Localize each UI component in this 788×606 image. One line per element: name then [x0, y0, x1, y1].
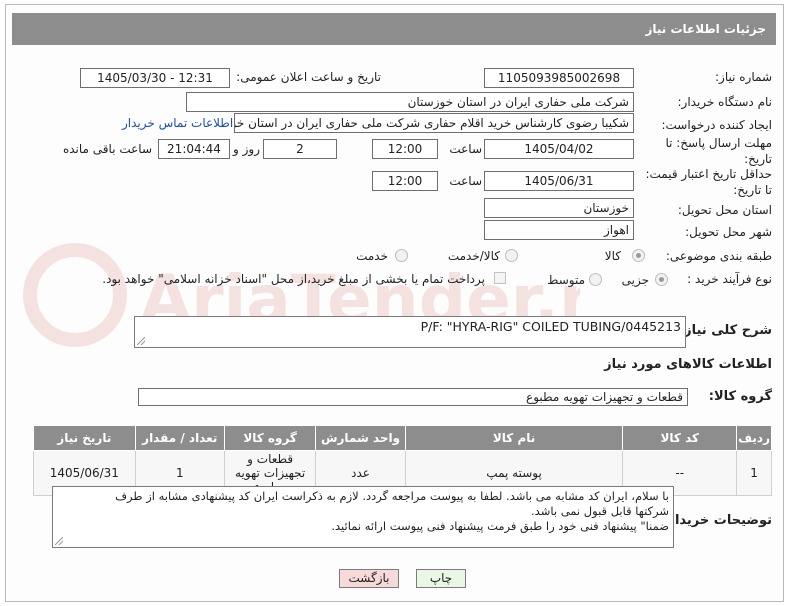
- goods-table-header: ردیف کد کالا نام کالا واحد شمارش گروه کا…: [33, 425, 772, 451]
- requester-field: شکیبا رضوی کارشناس خرید اقلام حفاری شرکت…: [234, 113, 634, 133]
- category-service-radio[interactable]: [395, 249, 408, 262]
- process-minor-label: جزیی: [621, 273, 649, 287]
- general-desc-textarea: P/F: "HYRA-RIG" COILED TUBING/0445213: [134, 316, 686, 348]
- category-goods-label: کالا: [604, 249, 621, 263]
- price-validity-time-label: ساعت: [449, 174, 482, 188]
- announce-datetime-field: 1405/03/30 - 12:31: [80, 68, 230, 88]
- requester-label: ایجاد کننده درخواست:: [661, 118, 772, 132]
- reply-deadline-time-label: ساعت: [449, 142, 482, 156]
- buyer-notes-line-2: شرکتها قابل قبول نمی باشد.: [531, 504, 669, 518]
- reply-deadline-date-field: 1405/04/02: [484, 139, 634, 159]
- price-validity-time-field: 12:00: [372, 171, 438, 191]
- remaining-time-field: 21:04:44: [158, 139, 230, 159]
- col-unit: واحد شمارش: [315, 425, 406, 451]
- need-number-label: شماره نیاز:: [715, 70, 772, 84]
- buyer-org-field: شرکت ملی حفاری ایران در استان خوزستان: [186, 92, 634, 112]
- category-goods-radio[interactable]: [632, 249, 645, 262]
- category-goods-service-label: کالا/خدمت: [447, 249, 500, 263]
- buyer-notes-label: توضیحات خریدار:: [662, 513, 772, 528]
- buyer-notes-line-1: با سلام، ایران کد مشابه می باشد. لطفا به…: [115, 489, 669, 503]
- goods-info-title: اطلاعات کالاهای مورد نیاز: [604, 357, 772, 372]
- goods-group-field: قطعات و تجهیزات تهویه مطبوع: [138, 388, 688, 406]
- process-medium-label: متوسط: [547, 273, 585, 287]
- delivery-province-field: خوزستان: [484, 198, 634, 218]
- goods-group-label: گروه کالا:: [708, 389, 772, 404]
- treasury-payment-note: پرداخت تمام یا بخشی از مبلغ خرید،از محل …: [102, 272, 485, 286]
- col-row: ردیف: [736, 425, 772, 451]
- reply-days-field: 2: [263, 139, 337, 159]
- buyer-org-label: نام دستگاه خریدار:: [677, 95, 773, 109]
- need-number-field: 1105093985002698: [484, 68, 634, 88]
- treasury-payment-checkbox[interactable]: [494, 272, 506, 284]
- price-validity-label: حداقل تاریخ اعتبار قیمت: تا تاریخ:: [645, 167, 772, 197]
- delivery-city-label: شهر محل تحویل:: [685, 225, 772, 239]
- page-title: جزئیات اطلاعات نیاز: [12, 13, 776, 45]
- col-group: گروه کالا: [223, 425, 317, 451]
- remaining-time-label: ساعت باقی مانده: [62, 142, 152, 156]
- resize-grip-icon[interactable]: [137, 337, 145, 345]
- buyer-notes-textarea: با سلام، ایران کد مشابه می باشد. لطفا به…: [52, 486, 674, 548]
- reply-days-label: روز و: [233, 142, 260, 156]
- process-type-label: نوع فرآیند خرید :: [687, 272, 772, 286]
- category-label: طبقه بندی موضوعی:: [665, 249, 772, 263]
- general-desc-text: P/F: "HYRA-RIG" COILED TUBING/0445213: [420, 319, 681, 334]
- category-goods-service-radio[interactable]: [505, 249, 518, 262]
- col-need-date: تاریخ نیاز: [33, 425, 136, 451]
- delivery-city-field: اهواز: [484, 220, 634, 240]
- resize-grip-icon[interactable]: [55, 537, 63, 545]
- cell-row: 1: [736, 450, 772, 496]
- print-button[interactable]: چاپ: [416, 569, 466, 588]
- buyer-notes-line-3: ضمنا" پیشنهاد فنی خود را طبق فرمت پیشنها…: [331, 519, 669, 533]
- general-desc-label: شرح کلی نیاز:: [678, 323, 772, 338]
- buyer-contact-link[interactable]: اطلاعات تماس خریدار: [122, 116, 233, 130]
- reply-deadline-time-field: 12:00: [372, 139, 438, 159]
- col-item-name: نام کالا: [404, 425, 624, 451]
- delivery-province-label: استان محل تحویل:: [677, 203, 772, 217]
- price-validity-date-field: 1405/06/31: [484, 171, 634, 191]
- back-button[interactable]: بازگشت: [339, 569, 399, 588]
- process-medium-radio[interactable]: [589, 273, 602, 286]
- col-item-code: کد کالا: [622, 425, 738, 451]
- process-minor-radio[interactable]: [655, 273, 668, 286]
- announce-datetime-label: تاریخ و ساعت اعلان عمومی:: [236, 70, 381, 84]
- col-quantity: تعداد / مقدار: [134, 425, 225, 451]
- reply-deadline-label: مهلت ارسال پاسخ: تا تاریخ:: [665, 136, 772, 166]
- category-service-label: خدمت: [356, 249, 388, 263]
